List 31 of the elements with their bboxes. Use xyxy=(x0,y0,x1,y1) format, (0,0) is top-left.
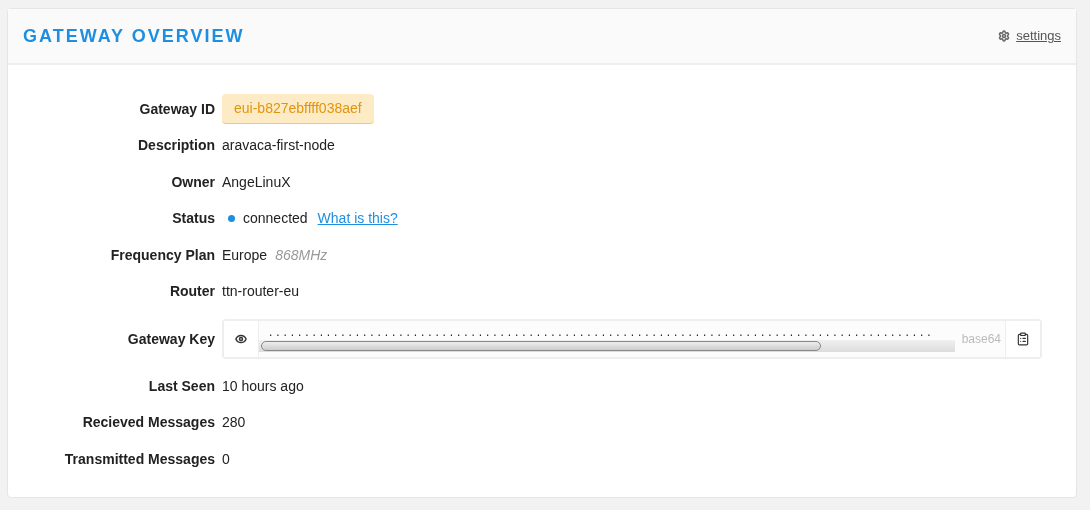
clipboard-icon xyxy=(1016,332,1030,346)
field-label: Router xyxy=(168,282,216,302)
panel-title: GATEWAY OVERVIEW xyxy=(23,24,245,48)
field-value: 280 xyxy=(222,413,246,433)
format-label: base64 xyxy=(960,331,1002,348)
field-label: Owner xyxy=(170,172,216,192)
field-label: Frequency Plan xyxy=(109,245,216,265)
field-label: Status xyxy=(171,209,216,229)
eye-icon xyxy=(235,333,247,345)
settings-icon xyxy=(998,30,1011,42)
masked-key: ............................................................................................ xyxy=(269,326,935,338)
show-key-button[interactable] xyxy=(224,321,259,357)
field-value: AngeLinuX xyxy=(222,172,291,192)
field-value: 10 hours ago xyxy=(222,376,304,396)
field-label: Description xyxy=(137,136,216,156)
field-label: Transmitted Messages xyxy=(63,449,216,469)
field-value: connected xyxy=(243,209,308,229)
field-label: Gateway ID xyxy=(138,99,216,119)
field-label: Gateway Key xyxy=(126,329,216,349)
key-field[interactable]: ............................................................................................ base64 xyxy=(222,319,1042,359)
frequency-note: 868MHz xyxy=(275,245,328,265)
help-link[interactable]: What is this? xyxy=(317,208,398,230)
field-value: aravaca-first-node xyxy=(222,136,335,156)
settings-link[interactable]: settings xyxy=(998,26,1061,46)
copy-button[interactable] xyxy=(1005,321,1040,357)
field-value: Europe xyxy=(222,245,268,265)
field-value: 0 xyxy=(222,449,230,469)
field-value: ttn-router-eu xyxy=(222,282,300,302)
field-label: Last Seen xyxy=(147,376,216,396)
gateway-id-badge: eui-b827ebffff038aef xyxy=(222,94,374,125)
field-label: Recieved Messages xyxy=(81,413,216,433)
